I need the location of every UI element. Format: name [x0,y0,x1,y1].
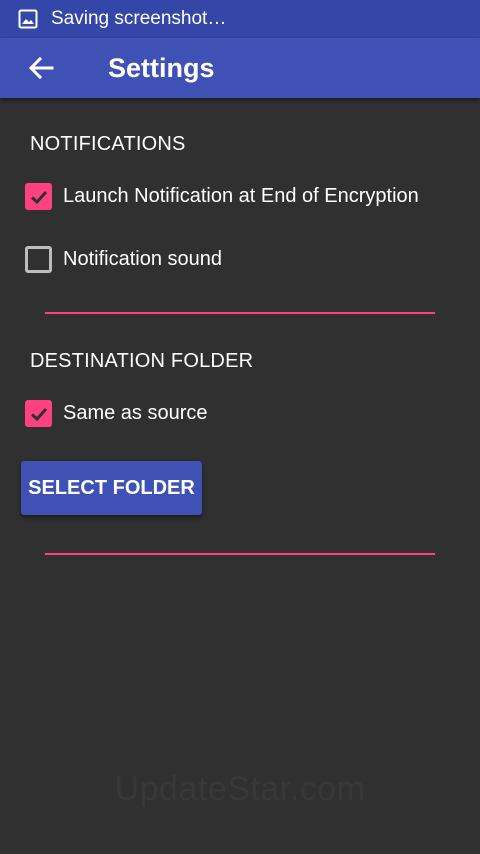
launch-notification-checkbox[interactable] [25,183,52,210]
launch-notification-label: Launch Notification at End of Encryption [63,185,419,207]
page-title: Settings [108,52,215,83]
notification-sound-checkbox[interactable] [25,246,52,273]
notifications-header: NOTIFICATIONS [30,133,186,155]
notification-sound-label: Notification sound [63,248,222,270]
status-bar: Saving screenshot… [0,0,480,38]
checkmark-icon [30,407,47,421]
divider [45,553,435,555]
same-as-source-label: Same as source [63,402,208,424]
launch-notification-checkbox-row[interactable]: Launch Notification at End of Encryption [25,183,419,210]
notification-sound-checkbox-row[interactable]: Notification sound [25,246,222,273]
watermark: UpdateStar.com [0,770,480,809]
divider [45,312,435,314]
same-as-source-checkbox-row[interactable]: Same as source [25,400,208,427]
status-text: Saving screenshot… [51,8,227,29]
select-folder-button[interactable]: SELECT FOLDER [21,461,202,515]
checkmark-icon [30,190,47,204]
image-icon [18,9,38,29]
destination-folder-header: DESTINATION FOLDER [30,350,254,372]
same-as-source-checkbox[interactable] [25,400,52,427]
arrow-back-icon [28,56,54,80]
back-button[interactable] [28,54,56,82]
app-bar: Settings [0,38,480,98]
